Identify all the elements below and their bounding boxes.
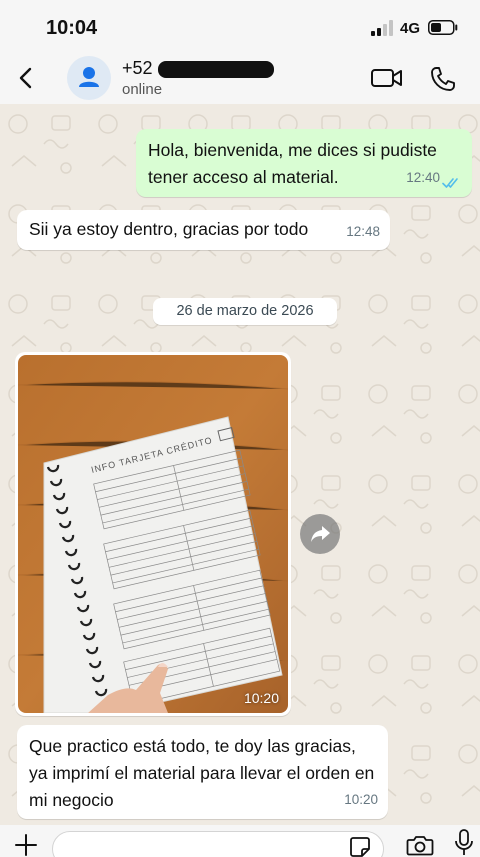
message-time: 12:40 — [406, 170, 440, 185]
message-time: 12:48 — [346, 224, 380, 239]
notebook-photo[interactable]: INFO TARJETA CRÉDITO — [18, 355, 288, 713]
double-check-icon — [442, 178, 458, 188]
forward-icon[interactable] — [300, 514, 340, 554]
image-time: 10:20 — [243, 690, 279, 706]
chat-header: +52 online — [0, 52, 480, 104]
microphone-icon[interactable] — [454, 829, 474, 857]
contact-name[interactable]: +52 — [122, 58, 153, 79]
phone-icon[interactable] — [429, 65, 457, 93]
redacted-number — [158, 61, 274, 78]
plus-icon[interactable] — [14, 833, 38, 857]
message-composer — [0, 825, 480, 857]
message-bubble-incoming[interactable]: Sii ya estoy dentro, gracias por todo 12… — [17, 210, 390, 250]
back-arrow-icon[interactable] — [12, 64, 40, 92]
message-text: Que practico está todo, te doy las graci… — [29, 736, 375, 810]
sticker-icon[interactable] — [348, 835, 372, 857]
message-text: Sii ya estoy dentro, gracias por todo — [29, 219, 309, 239]
avatar[interactable] — [67, 56, 111, 100]
battery-icon — [428, 20, 458, 35]
avatar-person-icon — [79, 67, 99, 87]
message-time: 10:20 — [344, 792, 378, 807]
status-time: 10:04 — [46, 17, 98, 39]
image-message[interactable]: INFO TARJETA CRÉDITO 10:20 — [15, 352, 291, 716]
status-bar: 10:04 4G — [0, 0, 480, 52]
message-bubble-incoming[interactable]: Que practico está todo, te doy las graci… — [17, 725, 388, 819]
message-bubble-outgoing[interactable]: Hola, bienvenida, me dices si pudiste te… — [136, 129, 472, 197]
message-input[interactable] — [52, 831, 384, 857]
signal-strength-icon — [371, 20, 393, 36]
date-separator: 26 de marzo de 2026 — [153, 298, 337, 325]
video-camera-icon[interactable] — [370, 66, 404, 90]
contact-status: online — [122, 81, 163, 98]
camera-icon[interactable] — [406, 833, 434, 857]
chat-area[interactable]: Hola, bienvenida, me dices si pudiste te… — [0, 104, 480, 825]
network-type: 4G — [400, 20, 421, 37]
message-text: Hola, bienvenida, me dices si pudiste te… — [148, 140, 437, 187]
